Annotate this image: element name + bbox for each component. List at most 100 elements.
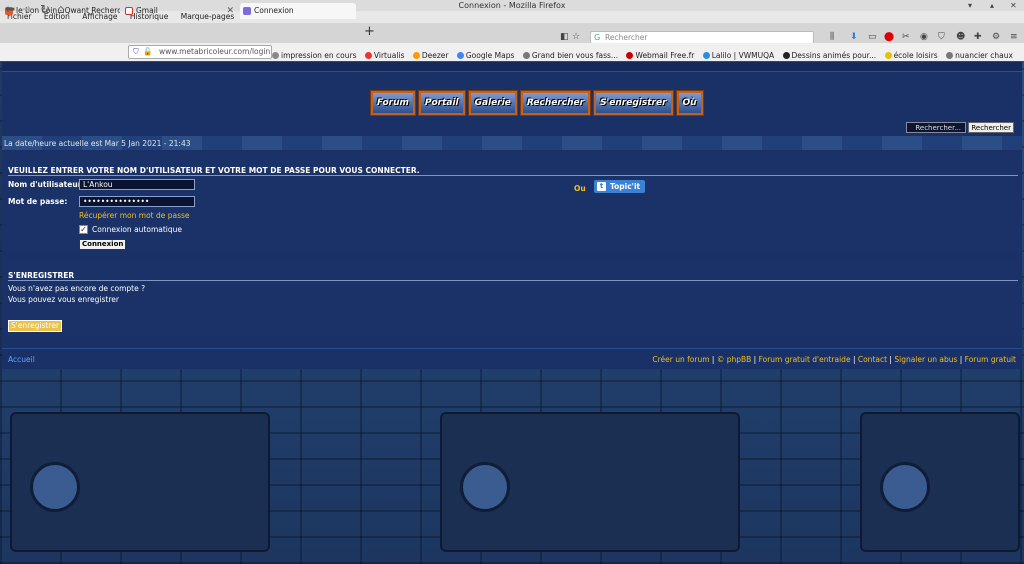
help-forum-link[interactable]: Forum gratuit d'entraide [759, 355, 851, 364]
tab-connexion[interactable]: Connexion [240, 3, 356, 19]
nav-portail-button[interactable]: Portail [417, 90, 466, 116]
virtualis-icon [364, 52, 372, 59]
background-wheel-image [880, 462, 930, 512]
google-icon [125, 7, 133, 15]
extension-icon[interactable]: ◉ [920, 32, 928, 42]
username-input[interactable] [79, 179, 195, 190]
library-icon[interactable]: ⫼ [830, 32, 834, 42]
tab-gmail[interactable]: Gmail ✕ [122, 3, 238, 19]
forum-icon [243, 7, 251, 15]
footer-links: Créer un forum | © phpBB | Forum gratuit… [652, 355, 1016, 364]
bookmark-star-icon[interactable]: ☆ [572, 32, 580, 42]
toolbar-gear-icon[interactable]: ⚙ [992, 32, 1000, 42]
home-link[interactable]: Accueil [8, 355, 35, 364]
sidebar-icon[interactable]: ▭ [868, 32, 877, 42]
free-forum-link[interactable]: Forum gratuit [965, 355, 1016, 364]
bookmark-item[interactable]: Lalilo | VWMUQA [702, 51, 774, 60]
cartoon-icon [782, 52, 790, 59]
bookmark-item[interactable]: Google Maps [456, 51, 514, 60]
password-label: Mot de passe: [8, 197, 68, 206]
bookmark-item[interactable]: école loisirs [884, 51, 938, 60]
close-tab-icon[interactable]: ✕ [226, 3, 234, 19]
url-text: www.metabricoleur.com/login [159, 47, 271, 56]
pocket-icon[interactable]: ◧ [560, 32, 569, 42]
lalilo-icon [702, 52, 710, 59]
globe-icon [946, 52, 954, 59]
forum-search-input[interactable] [906, 122, 967, 133]
divider [8, 175, 1018, 176]
current-datetime: La date/heure actuelle est Mar 5 Jan 202… [4, 139, 191, 148]
web-page: Forum Portail Galerie Rechercher S'enreg… [0, 62, 1024, 564]
maximize-icon[interactable]: ▴ [990, 0, 994, 11]
new-tab-icon[interactable]: + [364, 24, 375, 39]
close-window-icon[interactable]: ✕ [1010, 0, 1017, 11]
nav-forum-button[interactable]: Forum [370, 90, 416, 116]
tab-label: Connexion [254, 6, 294, 15]
screenshot-icon[interactable]: ✂ [902, 32, 910, 42]
insecure-lock-icon[interactable]: 🔓 [143, 46, 152, 58]
bookmark-item[interactable]: nuancier chaux [946, 51, 1013, 60]
divider [8, 280, 1018, 281]
contact-link[interactable]: Contact [858, 355, 887, 364]
forum-search-button[interactable]: Rechercher [968, 122, 1014, 133]
forum-top-strip [2, 62, 1022, 72]
bookmark-item[interactable]: Webmail Free.fr [626, 51, 694, 60]
reload-icon[interactable]: ↻ [40, 2, 50, 16]
deezer-icon [412, 52, 420, 59]
background-wheel-image [460, 462, 510, 512]
url-bar[interactable]: ⛉ 🔓 www.metabricoleur.com/login [128, 45, 272, 59]
bookmarks-toolbar: impression en cours Virtualis Deezer Goo… [272, 50, 1019, 62]
nav-register-button[interactable]: S'enregistrer [593, 90, 674, 116]
forum-container: Forum Portail Galerie Rechercher S'enreg… [2, 62, 1022, 369]
nav-ou-button[interactable]: Où [675, 90, 704, 116]
shield-icon[interactable]: ⛉ [938, 32, 945, 42]
school-icon [884, 52, 892, 59]
free-icon [626, 52, 634, 59]
minimize-icon[interactable]: ▾ [968, 0, 972, 11]
google-search-icon: G [594, 33, 601, 42]
report-abuse-link[interactable]: Signaler un abus [894, 355, 957, 364]
or-label: Ou [574, 184, 586, 193]
forward-icon[interactable]: ➜ [22, 2, 32, 16]
search-placeholder: Rechercher [605, 33, 648, 42]
account-icon[interactable]: ☻ [956, 32, 965, 42]
tracking-shield-icon[interactable]: ⛉ [133, 46, 139, 58]
bookmark-item[interactable]: Dessins animés pour... [782, 51, 876, 60]
register-heading: S'ENREGISTRER [8, 271, 75, 280]
bookmark-folder-icon [272, 52, 279, 59]
login-button[interactable]: Connexion [79, 239, 127, 250]
recover-password-link[interactable]: Récupérer mon mot de passe [79, 211, 190, 220]
bookmark-item[interactable]: Deezer [412, 51, 448, 60]
register-text-2: Vous pouvez vous enregistrer [8, 295, 119, 304]
bookmark-item[interactable]: Virtualis [364, 51, 404, 60]
hamburger-menu-icon[interactable]: ≡ [1010, 32, 1018, 42]
back-icon[interactable]: ⬅ [5, 2, 15, 16]
download-icon[interactable]: ⬇ [850, 32, 858, 42]
password-input[interactable] [79, 196, 195, 207]
nav-galerie-button[interactable]: Galerie [467, 90, 518, 116]
puzzle-icon[interactable]: ✚ [974, 32, 982, 42]
topicit-button[interactable]: t Topic'it [594, 180, 645, 193]
bookmark-item[interactable]: impression en cours [272, 51, 357, 60]
auto-login-label: Connexion automatique [92, 225, 182, 234]
forum-search: Rechercher [906, 122, 1014, 133]
globe-icon [522, 52, 530, 59]
topicit-label: Topic'it [610, 182, 641, 191]
create-forum-link[interactable]: Créer un forum [652, 355, 709, 364]
window-title: Connexion - Mozilla Firefox [458, 1, 566, 10]
tab-label: Gmail [136, 6, 158, 15]
phpbb-link[interactable]: © phpBB [717, 355, 751, 364]
auto-login-checkbox[interactable]: ✓ [79, 225, 88, 234]
forum-footer: Accueil Créer un forum | © phpBB | Forum… [2, 348, 1022, 368]
nav-rechercher-button[interactable]: Rechercher [519, 90, 592, 116]
register-text-1: Vous n'avez pas encore de compte ? [8, 284, 146, 293]
register-button[interactable]: S'enregistrer [8, 320, 63, 332]
bookmark-item[interactable]: Grand bien vous fass... [522, 51, 618, 60]
adblock-icon[interactable]: ⬤ [884, 32, 894, 42]
login-heading: VEUILLEZ ENTRER VOTRE NOM D'UTILISATEUR … [8, 166, 420, 175]
home-icon[interactable]: ⌂ [57, 2, 65, 16]
topicit-icon: t [597, 182, 606, 191]
background-wheel-image [30, 462, 80, 512]
forum-nav: Forum Portail Galerie Rechercher S'enreg… [370, 90, 704, 116]
google-icon [456, 52, 464, 59]
